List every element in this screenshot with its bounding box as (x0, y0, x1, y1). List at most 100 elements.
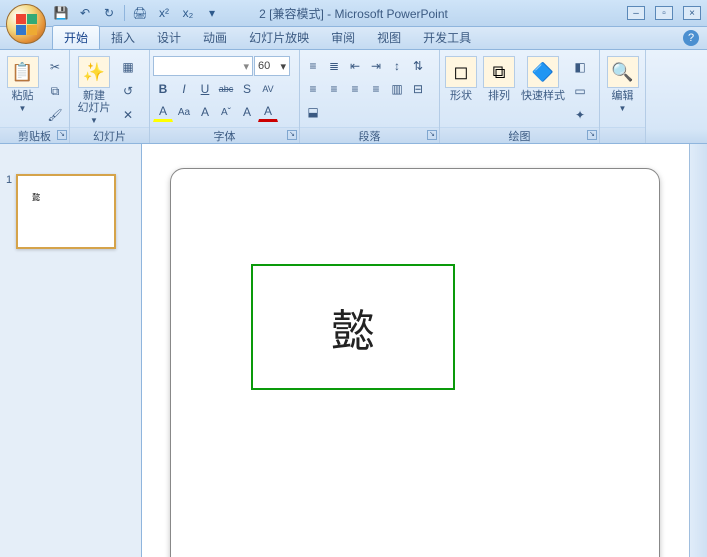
close-button[interactable]: × (683, 6, 701, 20)
group-clipboard: 📋 粘贴 ▼ ✂ ⧉ 🖌 剪贴板↘ (0, 50, 70, 143)
vertical-scrollbar[interactable] (689, 144, 707, 557)
shrink-font-button[interactable]: Aˇ (216, 102, 236, 122)
group-font: ▾ 60▾ B I U abc S AV A Aa A Aˇ A A 字体↘ (150, 50, 300, 143)
underline-button[interactable]: U (195, 79, 215, 99)
thumbnail-preview[interactable]: 懿 (16, 174, 116, 249)
format-painter-icon[interactable]: 🖌 (44, 104, 66, 126)
columns-button[interactable]: ▥ (387, 79, 407, 99)
convert-smartart-button[interactable]: ⬓ (303, 102, 323, 122)
thumbnail-panel: 1 懿 (0, 144, 142, 557)
line-spacing-button[interactable]: ↕ (387, 56, 407, 76)
italic-button[interactable]: I (174, 79, 194, 99)
shape-outline-icon[interactable]: ▭ (569, 80, 591, 102)
layout-icon[interactable]: ▦ (117, 56, 139, 78)
dialog-launcher-icon[interactable]: ↘ (587, 130, 597, 140)
font-size-combo[interactable]: 60▾ (254, 56, 290, 76)
tab-insert[interactable]: 插入 (100, 26, 146, 49)
minimize-button[interactable]: – (627, 6, 645, 20)
dialog-launcher-icon[interactable]: ↘ (427, 130, 437, 140)
tab-slideshow[interactable]: 幻灯片放映 (238, 26, 320, 49)
tab-developer[interactable]: 开发工具 (412, 26, 482, 49)
chevron-down-icon: ▾ (243, 60, 249, 73)
text-box[interactable]: 懿 (251, 264, 455, 390)
bold-button[interactable]: B (153, 79, 173, 99)
chevron-down-icon: ▼ (619, 104, 627, 113)
grow-font-button[interactable]: A (195, 102, 215, 122)
thumbnail-text: 懿 (32, 192, 40, 203)
indent-increase-button[interactable]: ⇥ (366, 56, 386, 76)
clear-format-button[interactable]: A (237, 102, 257, 122)
window-title: 2 [兼容模式] - Microsoft PowerPoint (259, 5, 448, 22)
align-left-button[interactable]: ≡ (303, 79, 323, 99)
workspace: 1 懿 懿 (0, 144, 707, 557)
reset-icon[interactable]: ↺ (117, 80, 139, 102)
slide-canvas[interactable]: 懿 (170, 168, 660, 557)
text-direction-button[interactable]: ⇅ (408, 56, 428, 76)
help-icon[interactable]: ? (683, 30, 699, 46)
chevron-down-icon: ▼ (19, 104, 27, 113)
new-slide-button[interactable]: ✨ 新建 幻灯片 ▼ (73, 52, 115, 125)
tab-view[interactable]: 视图 (366, 26, 412, 49)
char-spacing-button[interactable]: AV (258, 79, 278, 99)
delete-slide-icon[interactable]: ✕ (117, 104, 139, 126)
undo-icon[interactable]: ↶ (76, 4, 94, 22)
chevron-down-icon: ▾ (280, 60, 286, 73)
change-case-button[interactable]: Aa (174, 102, 194, 122)
qat-separator (124, 5, 125, 21)
thumbnail-item[interactable]: 1 懿 (6, 174, 135, 249)
new-slide-label: 新建 幻灯片 (78, 90, 111, 114)
shapes-button[interactable]: ◻ 形状 (443, 52, 479, 102)
office-button[interactable] (6, 4, 46, 44)
quick-styles-button[interactable]: 🔷 快速样式 (519, 52, 567, 102)
indent-decrease-button[interactable]: ⇤ (345, 56, 365, 76)
highlight-button[interactable]: A (153, 102, 173, 122)
align-center-button[interactable]: ≡ (324, 79, 344, 99)
font-name-combo[interactable]: ▾ (153, 56, 253, 76)
quick-access-toolbar: 💾 ↶ ↻ 🖨 x² x₂ ▾ (52, 4, 221, 22)
print-icon[interactable]: 🖨 (131, 4, 149, 22)
shape-fill-icon[interactable]: ◧ (569, 56, 591, 78)
title-bar: 💾 ↶ ↻ 🖨 x² x₂ ▾ 2 [兼容模式] - Microsoft Pow… (0, 0, 707, 27)
group-label-paragraph: 段落↘ (300, 127, 439, 143)
shape-effects-icon[interactable]: ✦ (569, 104, 591, 126)
align-text-button[interactable]: ⊟ (408, 79, 428, 99)
tab-design[interactable]: 设计 (146, 26, 192, 49)
justify-button[interactable]: ≡ (366, 79, 386, 99)
bullets-button[interactable]: ≡ (303, 56, 323, 76)
arrange-icon: ⧉ (483, 56, 515, 88)
superscript-icon[interactable]: x² (155, 4, 173, 22)
numbering-button[interactable]: ≣ (324, 56, 344, 76)
strikethrough-button[interactable]: abc (216, 79, 236, 99)
group-slides: ✨ 新建 幻灯片 ▼ ▦ ↺ ✕ 幻灯片 (70, 50, 150, 143)
cut-icon[interactable]: ✂ (44, 56, 66, 78)
tab-review[interactable]: 审阅 (320, 26, 366, 49)
edit-button[interactable]: 🔍 编辑 ▼ (603, 52, 642, 113)
group-label-font: 字体↘ (150, 127, 299, 143)
shapes-icon: ◻ (445, 56, 477, 88)
slide-editor[interactable]: 懿 (142, 144, 689, 557)
save-icon[interactable]: 💾 (52, 4, 70, 22)
font-color-button[interactable]: A (258, 102, 278, 122)
restore-button[interactable]: ▫ (655, 6, 673, 20)
tab-animations[interactable]: 动画 (192, 26, 238, 49)
arrange-label: 排列 (488, 90, 510, 102)
group-label-clipboard: 剪贴板↘ (0, 127, 69, 143)
subscript-icon[interactable]: x₂ (179, 4, 197, 22)
paste-label: 粘贴 (12, 90, 34, 102)
group-editing: 🔍 编辑 ▼ (600, 50, 646, 143)
new-slide-icon: ✨ (78, 56, 110, 88)
qat-customize-icon[interactable]: ▾ (203, 4, 221, 22)
shadow-button[interactable]: S (237, 79, 257, 99)
group-paragraph: ≡ ≣ ⇤ ⇥ ↕ ⇅ ≡ ≡ ≡ ≡ ▥ ⊟ ⬓ 段落↘ (300, 50, 440, 143)
align-right-button[interactable]: ≡ (345, 79, 365, 99)
arrange-button[interactable]: ⧉ 排列 (481, 52, 517, 102)
quick-styles-icon: 🔷 (527, 56, 559, 88)
redo-icon[interactable]: ↻ (100, 4, 118, 22)
copy-icon[interactable]: ⧉ (44, 80, 66, 102)
dialog-launcher-icon[interactable]: ↘ (287, 130, 297, 140)
tab-home[interactable]: 开始 (52, 25, 100, 49)
edit-label: 编辑 (612, 90, 634, 102)
find-icon: 🔍 (607, 56, 639, 88)
dialog-launcher-icon[interactable]: ↘ (57, 130, 67, 140)
paste-button[interactable]: 📋 粘贴 ▼ (3, 52, 42, 113)
